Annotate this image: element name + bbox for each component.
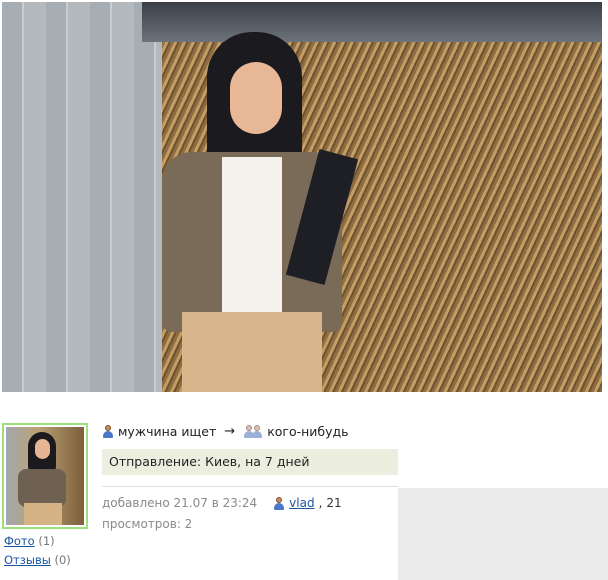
- couple-icon: [243, 425, 263, 438]
- seeker-label: мужчина ищет: [118, 424, 217, 439]
- profile-thumbnail[interactable]: [2, 423, 88, 529]
- reviews-link[interactable]: Отзывы: [4, 553, 51, 567]
- reviews-count: (0): [54, 553, 71, 567]
- divider: [102, 486, 398, 487]
- views-count: просмотров: 2: [102, 517, 193, 531]
- profile-links: Фото (1) Отзывы (0): [4, 532, 71, 570]
- added-info: добавлено 21.07 в 23:24 vlad, 21: [102, 496, 342, 510]
- arrow-icon: →: [224, 424, 236, 439]
- username-link[interactable]: vlad: [289, 496, 314, 510]
- age-separator: ,: [318, 496, 323, 510]
- male-person-icon: [102, 425, 114, 438]
- user-age: 21: [326, 496, 342, 510]
- destination-box: Отправление: Киев, на 7 дней: [102, 449, 398, 475]
- photo-person: [152, 32, 359, 392]
- photo-count: (1): [38, 534, 55, 548]
- male-person-icon: [273, 496, 285, 510]
- added-date: добавлено 21.07 в 23:24: [102, 496, 258, 510]
- target-label: кого-нибудь: [267, 424, 349, 439]
- main-photo: [2, 2, 602, 392]
- search-summary: мужчина ищет → кого-нибудь: [102, 424, 349, 439]
- photo-link[interactable]: Фото: [4, 534, 35, 548]
- side-panel: [398, 488, 608, 580]
